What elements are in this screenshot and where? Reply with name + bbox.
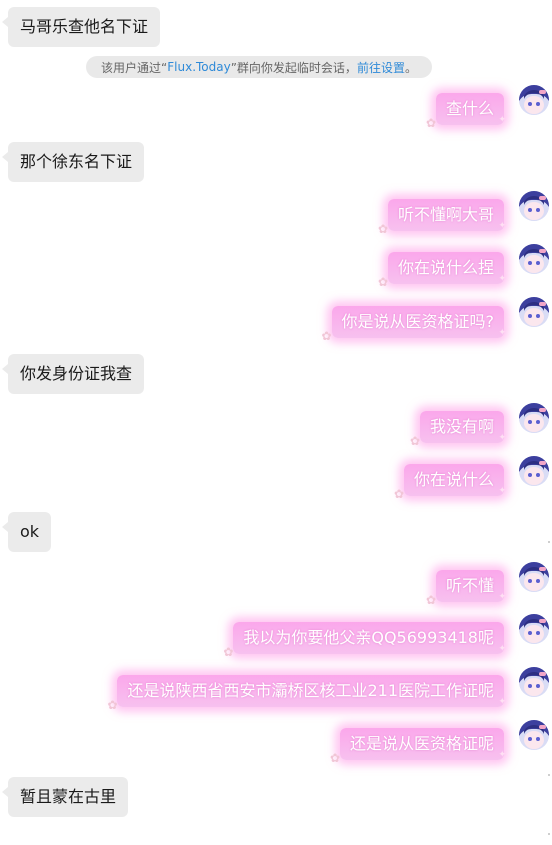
- message-text: 听不懂啊大哥: [397, 205, 494, 224]
- message-bubble-outgoing[interactable]: 我以为你要他父亲QQ56993418呢 ✿ ✦: [223, 622, 506, 659]
- scroll-marker: [548, 541, 550, 543]
- message-bubble-outgoing[interactable]: 查什么 ✿ ✦: [426, 93, 506, 130]
- message-text: 还是说从医资格证呢: [349, 734, 494, 753]
- notice-suffix: 。: [404, 60, 417, 75]
- message-text: 你发身份证我查: [20, 364, 133, 383]
- message-text: 我以为你要他父亲QQ56993418呢: [243, 628, 494, 647]
- message-text: 那个徐东名下证: [20, 152, 133, 171]
- message-text: 你在说什么: [413, 470, 494, 489]
- notice-prefix: 该用户通过“: [101, 60, 168, 75]
- message-bubble-outgoing[interactable]: 听不懂啊大哥 ✿ ✦: [378, 199, 506, 236]
- message-bubble-outgoing[interactable]: 还是说从医资格证呢 ✿ ✦: [330, 728, 506, 765]
- avatar-icon[interactable]: [519, 244, 549, 274]
- notice-middle: ”群向你发起临时会话，: [230, 60, 357, 75]
- message-bubble-outgoing[interactable]: 你在说什么 ✿ ✦: [394, 464, 506, 501]
- flower-icon: ✿: [393, 487, 405, 501]
- message-text: 你在说什么捏: [397, 258, 494, 277]
- go-to-settings-link[interactable]: 前往设置: [357, 59, 405, 76]
- message-bubble-outgoing[interactable]: 我没有啊 ✿ ✦: [410, 411, 506, 448]
- message-text: 马哥乐查他名下证: [20, 17, 149, 36]
- avatar-icon[interactable]: [519, 456, 549, 486]
- flower-icon: ✿: [409, 434, 421, 448]
- sparkle-icon: ✦: [498, 750, 506, 760]
- message-text: 你是说从医资格证吗?: [341, 312, 495, 331]
- avatar-icon[interactable]: [519, 720, 549, 750]
- message-bubble-incoming[interactable]: 马哥乐查他名下证: [1, 7, 161, 47]
- flower-icon: ✿: [329, 751, 341, 765]
- flower-icon: ✿: [425, 116, 437, 130]
- flower-icon: ✿: [425, 593, 437, 607]
- message-text: 查什么: [445, 99, 494, 118]
- temp-chat-notice: 该用户通过“ Flux.Today ”群向你发起临时会话， 前往设置 。: [86, 56, 432, 78]
- avatar-icon[interactable]: [519, 614, 549, 644]
- message-bubble-incoming[interactable]: 那个徐东名下证: [1, 142, 145, 182]
- sparkle-icon: ✦: [498, 486, 506, 496]
- message-text: 听不懂: [445, 576, 494, 595]
- avatar-icon[interactable]: [519, 297, 549, 327]
- message-bubble-incoming[interactable]: 你发身份证我查: [1, 354, 145, 394]
- sparkle-icon: ✦: [498, 644, 506, 654]
- sparkle-icon: ✦: [498, 221, 506, 231]
- message-text: 还是说陕西省西安市灞桥区核工业211医院工作证呢: [127, 681, 494, 700]
- avatar-icon[interactable]: [519, 667, 549, 697]
- avatar-icon[interactable]: [519, 403, 549, 433]
- flower-icon: ✿: [223, 645, 234, 659]
- message-text: ok: [20, 522, 40, 541]
- message-bubble-outgoing[interactable]: 你在说什么捏 ✿ ✦: [378, 252, 506, 289]
- flower-icon: ✿: [377, 275, 389, 289]
- chat-window: 马哥乐查他名下证 该用户通过“ Flux.Today ”群向你发起临时会话， 前…: [0, 0, 552, 845]
- message-bubble-incoming[interactable]: 暂且蒙在古里: [1, 777, 129, 817]
- sparkle-icon: ✦: [498, 592, 506, 602]
- message-bubble-outgoing[interactable]: 听不懂 ✿ ✦: [426, 570, 506, 607]
- scroll-marker: [548, 774, 550, 776]
- message-text: 暂且蒙在古里: [20, 787, 117, 806]
- sparkle-icon: ✦: [498, 697, 506, 707]
- message-bubble-outgoing[interactable]: 你是说从医资格证吗? ✿ ✦: [322, 306, 506, 343]
- sparkle-icon: ✦: [498, 433, 506, 443]
- flower-icon: ✿: [107, 698, 118, 712]
- notice-source-link[interactable]: Flux.Today: [167, 60, 230, 74]
- flower-icon: ✿: [377, 222, 389, 236]
- avatar-icon[interactable]: [519, 562, 549, 592]
- sparkle-icon: ✦: [498, 274, 506, 284]
- scroll-marker: [548, 833, 550, 835]
- avatar-icon[interactable]: [519, 85, 549, 115]
- sparkle-icon: ✦: [498, 328, 506, 338]
- message-bubble-outgoing[interactable]: 还是说陕西省西安市灞桥区核工业211医院工作证呢 ✿ ✦: [107, 675, 506, 712]
- sparkle-icon: ✦: [498, 115, 506, 125]
- avatar-icon[interactable]: [519, 191, 549, 221]
- message-bubble-incoming[interactable]: ok: [1, 512, 52, 552]
- flower-icon: ✿: [321, 329, 332, 343]
- message-text: 我没有啊: [429, 417, 494, 436]
